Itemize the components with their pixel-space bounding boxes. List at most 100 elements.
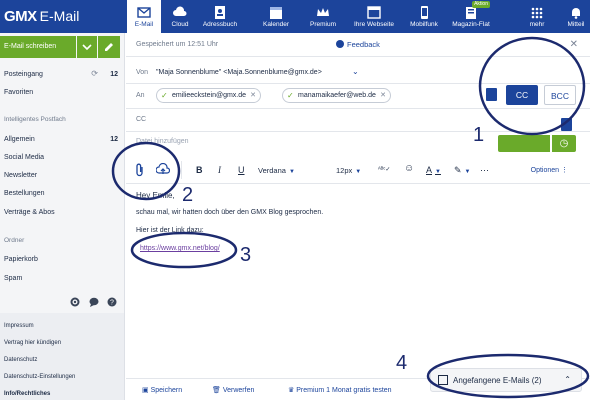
options-menu[interactable]: Optionen ⋮ (531, 166, 568, 174)
spellcheck-icon[interactable]: ᴬᴮᶜ✓ (378, 166, 390, 173)
drafts-label: Angefangene E-Mails (2) (453, 376, 542, 385)
nav-calendar[interactable]: Kalender (256, 0, 296, 33)
premium-trial-link[interactable]: ♛ Premium 1 Monat gratis testen (288, 386, 392, 394)
recipient-address: manamaikaefer@web.de (298, 92, 376, 99)
save-button[interactable]: ▣ Speichern (142, 386, 182, 394)
chevron-down-icon: ▼ (288, 169, 295, 175)
compose-dropdown[interactable] (77, 36, 97, 58)
schedule-send-button[interactable]: ◷ (552, 135, 576, 152)
save-label: Speichern (150, 387, 183, 394)
nav-notifications[interactable]: Mitteil (562, 0, 590, 33)
recipient-chip[interactable]: ✓ manamaikaefer@web.de ✕ (282, 88, 391, 103)
remove-recipient-icon[interactable]: ✕ (250, 89, 256, 102)
nav-more[interactable]: mehr (520, 0, 554, 33)
addressbook-icon[interactable] (486, 88, 497, 101)
font-select[interactable]: Verdana ▼ (258, 166, 295, 175)
nav-label: Magazin-Flat (452, 21, 490, 28)
blog-link[interactable]: https://www.gmx.net/blog/ (140, 245, 220, 252)
nav-mobile[interactable]: Mobilfunk (404, 0, 444, 33)
cc-label: CC (136, 116, 147, 123)
verified-check-icon: ✓ (161, 91, 168, 100)
chevron-down-icon[interactable]: ⌄ (352, 67, 359, 76)
nav-label: Kalender (262, 21, 290, 28)
footer-links: Impressum Vertrag hier kündigen Datensch… (0, 313, 124, 400)
sidebar: E-Mail schreiben Posteingang ⟳ 12 Favori… (0, 33, 125, 400)
remove-recipient-icon[interactable]: ✕ (380, 89, 386, 102)
sidebar-item-label: Social Media (4, 154, 45, 161)
sidebar-item-general[interactable]: Allgemein 12 (4, 135, 118, 144)
send-button[interactable] (498, 135, 550, 152)
sidebar-item-orders[interactable]: Bestellungen (4, 189, 118, 198)
draft-edit-icon (438, 375, 448, 385)
footer-link-cancel[interactable]: Vertrag hier kündigen (4, 340, 61, 346)
speech-bubble-icon (336, 40, 344, 48)
nav-website[interactable]: Ihre Webseite (350, 0, 398, 33)
unread-count: 12 (110, 71, 118, 78)
recipient-address: emilieeckstein@gmx.de (172, 92, 247, 99)
nav-magazine[interactable]: Aktion Magazin-Flat (448, 0, 494, 33)
recipient-chip[interactable]: ✓ emilieeckstein@gmx.de ✕ (156, 88, 262, 103)
sidebar-item-social[interactable]: Social Media (4, 153, 118, 162)
highlight-icon[interactable]: ✎ ▼ (454, 165, 471, 176)
nav-cloud[interactable]: Cloud (163, 0, 197, 33)
chat-icon[interactable] (89, 297, 99, 307)
gmx-logo[interactable]: GMX E-Mail (4, 7, 79, 26)
paperclip-icon[interactable] (134, 163, 146, 177)
feedback-link[interactable]: Feedback (336, 40, 380, 49)
cloud-upload-icon[interactable] (156, 163, 170, 177)
discard-button[interactable]: 🗑 Verwerfen (212, 386, 254, 394)
save-icon: ▣ (142, 387, 149, 394)
bcc-button[interactable]: BCC (544, 85, 576, 105)
compose-button[interactable]: E-Mail schreiben (0, 36, 76, 58)
addressbook-icon (215, 6, 225, 19)
bell-icon (572, 8, 580, 19)
bold-button[interactable]: B (196, 165, 203, 175)
nav-premium[interactable]: Premium (303, 0, 343, 33)
sidebar-item-label: Bestellungen (4, 190, 45, 197)
sidebar-item-spam[interactable]: Spam (4, 274, 118, 283)
compose-edit-button[interactable] (98, 36, 120, 58)
chevron-down-icon: ▼ (435, 169, 441, 175)
text-color-icon[interactable]: A ▼ (426, 165, 441, 175)
status-bar: Gespeichert um 12:51 Uhr Feedback ✕ (126, 33, 590, 57)
close-icon[interactable]: ✕ (570, 39, 578, 50)
cc-button[interactable]: CC (506, 85, 538, 105)
refresh-icon[interactable]: ⟳ (91, 69, 98, 78)
footer-link-imprint[interactable]: Impressum (4, 323, 34, 329)
attach-hint[interactable]: Datei hinzufügen (136, 138, 189, 145)
gear-icon[interactable] (70, 297, 80, 307)
section-heading: Ordner (4, 237, 25, 244)
saved-status: Gespeichert um 12:51 Uhr (136, 41, 219, 48)
sidebar-item-label: Verträge & Abos (4, 209, 55, 216)
addressbook-icon[interactable] (561, 118, 572, 131)
from-field[interactable]: "Maja Sonnenblume" <Maja.Sonnenblume@gmx… (156, 69, 322, 76)
sidebar-item-newsletter[interactable]: Newsletter (4, 171, 118, 180)
sidebar-item-trash[interactable]: Papierkorb (4, 255, 118, 264)
font-value: Verdana (258, 166, 286, 175)
emoji-icon[interactable]: ☺ (404, 163, 414, 174)
divider (126, 83, 590, 84)
chevron-down-icon: ▼ (355, 169, 362, 175)
font-size-select[interactable]: 12px ▼ (336, 166, 361, 175)
italic-button[interactable]: I (218, 165, 221, 175)
footer-link-privacy[interactable]: Datenschutz (4, 357, 37, 363)
drafts-panel[interactable]: Angefangene E-Mails (2) ⌃ (430, 368, 582, 392)
crown-icon: ♛ (288, 387, 295, 394)
footer-link-legal[interactable]: Info/Rechtliches (4, 391, 50, 397)
more-formatting-icon[interactable]: ⋯ (480, 165, 489, 176)
nav-addressbook[interactable]: Adressbuch (200, 0, 240, 33)
chevron-up-icon[interactable]: ⌃ (564, 375, 571, 384)
help-icon[interactable]: ? (107, 297, 117, 307)
trash-icon: 🗑 (212, 387, 221, 394)
nav-label: E-Mail (134, 21, 154, 28)
divider (181, 161, 182, 179)
footer-link-privacy-settings[interactable]: Datenschutz-Einstellungen (4, 374, 75, 380)
sidebar-item-label: Allgemein (4, 136, 35, 143)
nav-label: Mitteil (567, 21, 585, 28)
sidebar-item-inbox[interactable]: Posteingang ⟳ 12 (4, 69, 118, 79)
nav-email[interactable]: E-Mail (127, 0, 161, 33)
sidebar-item-favorites[interactable]: Favoriten (4, 88, 118, 97)
to-label: An (136, 92, 145, 99)
sidebar-item-contracts[interactable]: Verträge & Abos (4, 208, 118, 217)
underline-button[interactable]: U (238, 165, 245, 175)
